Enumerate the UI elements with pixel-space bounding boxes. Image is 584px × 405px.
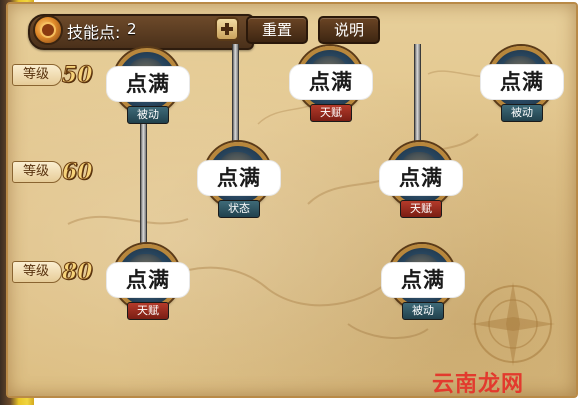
skill-points-label: 技能点:	[67, 23, 121, 42]
level-tag-80: 等级 80	[12, 259, 108, 286]
skill-type-badge: 被动	[402, 302, 444, 320]
plus-icon[interactable]	[215, 17, 239, 41]
skill-node[interactable]: 点满 状态	[197, 142, 281, 226]
skill-node[interactable]: 点满 天赋	[106, 244, 190, 328]
level-label: 等级	[12, 64, 62, 86]
max-level-bubble: 点满	[106, 262, 190, 298]
skill-node[interactable]: 点满 天赋	[289, 46, 373, 130]
site-watermark: 云南龙网	[432, 372, 525, 397]
skill-node[interactable]: 点满 被动	[106, 48, 190, 132]
level-value: 50	[62, 62, 94, 89]
skill-node[interactable]: 点满 天赋	[379, 142, 463, 226]
level-tag-50: 等级 50	[12, 62, 108, 89]
skill-tree-screen: 技能点: 2 重置 说明 等级 50 等级 60 等级 80 点满 被动 点满 …	[0, 0, 584, 405]
skill-node[interactable]: 点满 被动	[480, 46, 564, 130]
skill-type-badge: 天赋	[400, 200, 442, 218]
level-label: 等级	[12, 261, 62, 283]
skill-connector	[414, 44, 421, 150]
skill-type-badge: 被动	[127, 106, 169, 124]
max-level-bubble: 点满	[289, 64, 373, 100]
max-level-bubble: 点满	[381, 262, 465, 298]
skill-type-badge: 被动	[501, 104, 543, 122]
level-tag-60: 等级 60	[12, 159, 108, 186]
skill-type-badge: 天赋	[310, 104, 352, 122]
skill-node[interactable]: 点满 被动	[381, 244, 465, 328]
skill-type-badge: 天赋	[127, 302, 169, 320]
max-level-bubble: 点满	[106, 66, 190, 102]
coin-icon	[33, 15, 63, 45]
skill-connector	[232, 44, 239, 148]
reset-button[interactable]: 重置	[246, 16, 308, 44]
level-label: 等级	[12, 161, 62, 183]
max-level-bubble: 点满	[379, 160, 463, 196]
skill-points-value: 2	[127, 20, 137, 38]
level-value: 80	[62, 259, 94, 286]
max-level-bubble: 点满	[197, 160, 281, 196]
help-button[interactable]: 说明	[318, 16, 380, 44]
max-level-bubble: 点满	[480, 64, 564, 100]
skill-type-badge: 状态	[218, 200, 260, 218]
level-value: 60	[62, 159, 94, 186]
